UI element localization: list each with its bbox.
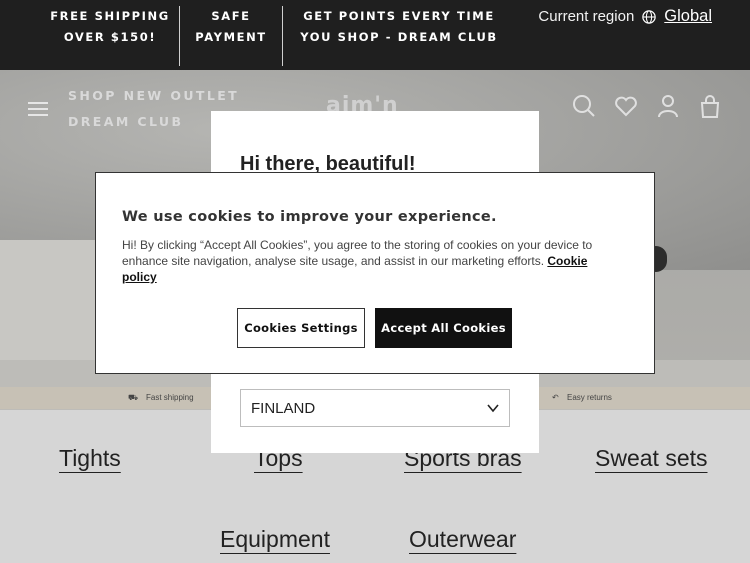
category-sweat-sets[interactable]: Sweat sets <box>595 445 708 472</box>
country-select[interactable]: FINLAND <box>240 389 510 427</box>
divider <box>179 6 180 66</box>
cookie-body: Hi! By clicking “Accept All Cookies”, yo… <box>122 237 622 285</box>
globe-icon <box>642 9 657 24</box>
search-icon[interactable] <box>572 94 596 118</box>
category-tights[interactable]: Tights <box>59 445 121 472</box>
chevron-down-icon <box>487 404 499 413</box>
country-value: FINLAND <box>251 399 316 417</box>
user-icon[interactable] <box>656 94 680 118</box>
heart-icon[interactable] <box>614 94 638 118</box>
category-equipment[interactable]: Equipment <box>220 526 330 553</box>
cookie-banner: We use cookies to improve your experienc… <box>95 172 655 374</box>
fast-shipping-label: Fast shipping <box>146 393 194 402</box>
nav-dream-club[interactable]: DREAM CLUB <box>68 114 183 129</box>
region-link[interactable]: Global <box>664 7 712 26</box>
header-icons <box>572 94 722 118</box>
cookies-settings-button[interactable]: Cookies Settings <box>237 308 365 348</box>
truck-icon: ⛟ <box>128 393 139 402</box>
region-selector[interactable]: Current region Global <box>538 7 712 26</box>
nav-shop-new-outlet[interactable]: SHOP NEW OUTLET <box>68 88 239 103</box>
cookie-body-text: Hi! By clicking “Accept All Cookies”, yo… <box>122 238 593 268</box>
cookie-heading: We use cookies to improve your experienc… <box>122 209 497 225</box>
region-label: Current region <box>538 8 635 25</box>
promo-dream-club: GET POINTS EVERY TIME YOU SHOP - DREAM C… <box>300 9 498 44</box>
hamburger-icon[interactable] <box>28 98 48 120</box>
return-icon: ↶ <box>552 393 559 402</box>
announcement-bar: FREE SHIPPING OVER $150! SAFE PAYMENT GE… <box>0 0 750 70</box>
divider <box>282 6 283 66</box>
accept-all-cookies-button[interactable]: Accept All Cookies <box>375 308 512 348</box>
easy-returns-label: Easy returns <box>567 393 612 402</box>
promo-safe-payment: SAFE PAYMENT <box>195 9 267 44</box>
bag-icon[interactable] <box>698 94 722 118</box>
category-outerwear[interactable]: Outerwear <box>409 526 516 553</box>
promo-free-shipping: FREE SHIPPING OVER $150! <box>50 9 170 44</box>
